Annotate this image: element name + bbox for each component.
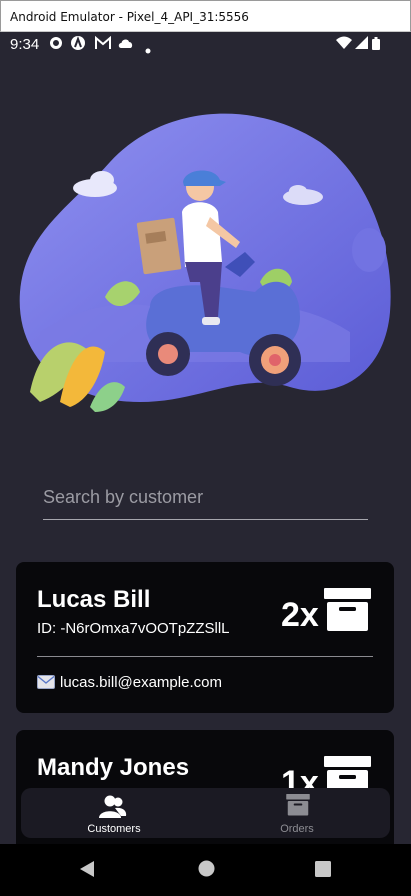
- window-title: Android Emulator - Pixel_4_API_31:5556: [10, 10, 249, 24]
- a-circle-icon: [71, 36, 85, 54]
- emulator-title-bar: Android Emulator - Pixel_4_API_31:5556: [0, 0, 411, 32]
- customer-name: Mandy Jones: [37, 754, 190, 781]
- gmail-icon: [95, 35, 111, 54]
- bottom-navigation: Customers Orders: [21, 788, 390, 838]
- customer-search[interactable]: [43, 482, 368, 520]
- wifi-icon: [336, 36, 352, 53]
- back-icon[interactable]: [79, 860, 95, 883]
- archive-box-icon: [324, 588, 371, 637]
- customer-card[interactable]: Lucas Bill ID: -N6rOmxa7vOOTpZZSllL 2x l…: [16, 562, 394, 713]
- customers-icon: [99, 794, 127, 825]
- dot-icon: [145, 41, 151, 58]
- search-input[interactable]: [43, 482, 368, 512]
- nav-label-customers: Customers: [87, 823, 141, 835]
- signal-icon: [355, 36, 368, 53]
- orders-box-icon: [286, 794, 310, 821]
- delivery-illustration: [0, 102, 411, 452]
- nav-item-customers[interactable]: Customers: [39, 788, 189, 838]
- order-count: 2x: [281, 596, 319, 634]
- status-time: 9:34: [10, 36, 40, 53]
- phone-screen: 9:34 Search by customer Lucas Bill ID: -…: [0, 32, 411, 896]
- home-icon[interactable]: [198, 860, 215, 882]
- nav-item-orders[interactable]: Orders: [222, 788, 372, 838]
- card-divider: [37, 656, 373, 657]
- gear-icon: [49, 36, 63, 54]
- customer-email: lucas.bill@example.com: [60, 674, 222, 691]
- cloud-icon: [118, 36, 134, 53]
- system-navigation-bar: [0, 844, 411, 896]
- customer-name: Lucas Bill: [37, 586, 151, 613]
- email-envelope-icon: [37, 675, 55, 693]
- customer-email-row: lucas.bill@example.com: [37, 674, 222, 693]
- nav-label-orders: Orders: [280, 823, 314, 835]
- status-bar: 9:34: [0, 32, 411, 56]
- customer-id: ID: -N6rOmxa7vOOTpZZSllL: [37, 620, 230, 637]
- battery-icon: [372, 37, 380, 54]
- recents-icon[interactable]: [315, 861, 331, 882]
